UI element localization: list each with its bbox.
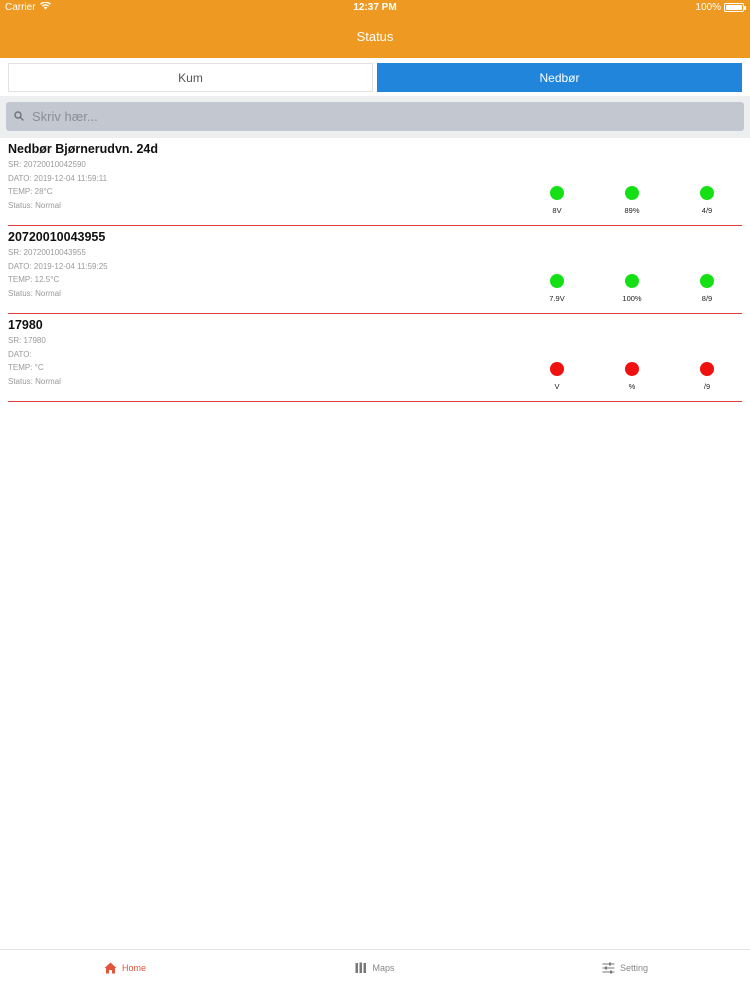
percent-label: 100% bbox=[622, 294, 642, 303]
home-icon bbox=[104, 962, 117, 974]
status-dot bbox=[550, 274, 564, 288]
page-title: Status bbox=[356, 29, 394, 44]
status-dot bbox=[550, 186, 564, 200]
station-sr: SR: 17980 bbox=[8, 336, 46, 345]
station-title: Nedbør Bjørnerudvn. 24d bbox=[8, 142, 159, 156]
station-list: Nedbør Bjørnerudvn. 24d SR: 207200100425… bbox=[0, 138, 750, 402]
segment-nedbor[interactable]: Nedbør bbox=[377, 63, 742, 92]
status-dot bbox=[625, 362, 639, 376]
station-row[interactable]: Nedbør Bjørnerudvn. 24d SR: 207200100425… bbox=[8, 138, 742, 226]
percent-label: % bbox=[628, 382, 636, 391]
station-temp: TEMP: 12.5°C bbox=[8, 275, 60, 284]
status-dot bbox=[625, 186, 639, 200]
segment-kum[interactable]: Kum bbox=[8, 63, 373, 92]
station-temp: TEMP: 28°C bbox=[8, 187, 53, 196]
battery-percent: 100% bbox=[695, 2, 721, 13]
search-input[interactable] bbox=[32, 109, 744, 124]
navigation-bar: Carrier 12:37 PM 100% Status bbox=[0, 0, 750, 58]
search-field[interactable] bbox=[6, 102, 744, 131]
percent-indicator: % bbox=[607, 362, 657, 392]
status-dot bbox=[700, 186, 714, 200]
battery-icon bbox=[724, 3, 746, 12]
station-sr: SR: 20720010043955 bbox=[8, 248, 86, 257]
tab-setting[interactable]: Setting bbox=[500, 950, 750, 986]
station-row[interactable]: 17980 SR: 17980 DATO: TEMP: °C Status: N… bbox=[8, 314, 742, 402]
tab-home-label: Home bbox=[121, 963, 146, 973]
station-status: Status: Normal bbox=[8, 377, 61, 386]
status-dot bbox=[550, 362, 564, 376]
station-title: 17980 bbox=[8, 318, 43, 332]
clock-label: 12:37 PM bbox=[353, 2, 397, 13]
status-dot bbox=[700, 274, 714, 288]
status-dot bbox=[625, 274, 639, 288]
station-row[interactable]: 20720010043955 SR: 20720010043955 DATO: … bbox=[8, 226, 742, 314]
station-sr: SR: 20720010042590 bbox=[8, 160, 86, 169]
tab-home[interactable]: Home bbox=[0, 950, 250, 986]
voltage-indicator: 8V bbox=[532, 186, 582, 216]
station-dato: DATO: bbox=[8, 350, 32, 359]
maps-icon bbox=[355, 962, 367, 974]
count-label: /9 bbox=[703, 382, 711, 391]
voltage-indicator: V bbox=[532, 362, 582, 392]
tab-maps[interactable]: Maps bbox=[250, 950, 500, 986]
count-indicator: 8/9 bbox=[682, 274, 732, 304]
tab-bar: Home Maps Setting bbox=[0, 949, 750, 1000]
count-indicator: /9 bbox=[682, 362, 732, 392]
voltage-label: V bbox=[554, 382, 560, 391]
station-status: Status: Normal bbox=[8, 201, 61, 210]
tab-maps-label: Maps bbox=[372, 963, 395, 973]
station-dato: DATO: 2019-12-04 11:59:25 bbox=[8, 262, 108, 271]
percent-indicator: 89% bbox=[607, 186, 657, 216]
station-title: 20720010043955 bbox=[8, 230, 106, 244]
system-status-bar: Carrier 12:37 PM 100% bbox=[0, 0, 750, 16]
status-dot bbox=[700, 362, 714, 376]
percent-indicator: 100% bbox=[607, 274, 657, 304]
segmented-control: Kum Nedbør bbox=[8, 63, 742, 92]
percent-label: 89% bbox=[624, 206, 640, 215]
voltage-label: 7.9V bbox=[549, 294, 565, 303]
count-indicator: 4/9 bbox=[682, 186, 732, 216]
tab-setting-label: Setting bbox=[619, 963, 649, 973]
voltage-indicator: 7.9V bbox=[532, 274, 582, 304]
settings-sliders-icon bbox=[602, 962, 615, 974]
count-label: 8/9 bbox=[701, 294, 713, 303]
status-screen: Carrier 12:37 PM 100% Status Kum Nedbør bbox=[0, 0, 750, 1000]
search-icon bbox=[14, 108, 24, 126]
station-temp: TEMP: °C bbox=[8, 363, 44, 372]
station-dato: DATO: 2019-12-04 11:59:11 bbox=[8, 174, 108, 183]
station-status: Status: Normal bbox=[8, 289, 61, 298]
count-label: 4/9 bbox=[701, 206, 713, 215]
search-bar bbox=[0, 96, 750, 138]
voltage-label: 8V bbox=[552, 206, 562, 215]
